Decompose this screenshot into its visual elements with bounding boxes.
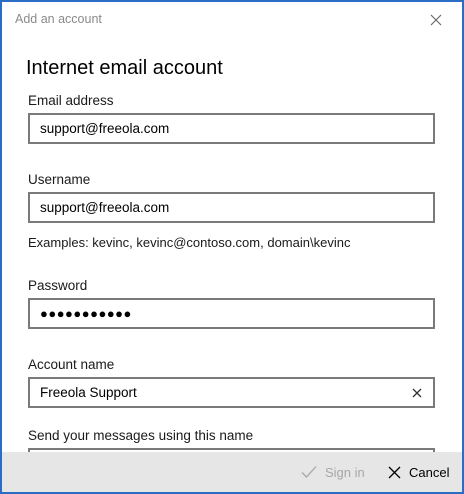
account-name-label: Account name xyxy=(28,357,115,372)
username-label: Username xyxy=(28,172,91,187)
email-value: support@freeola.com xyxy=(40,121,170,136)
username-field[interactable]: support@freeola.com xyxy=(28,192,435,223)
close-icon xyxy=(430,14,442,26)
dialog-footer: Sign in Cancel xyxy=(2,452,462,492)
username-value: support@freeola.com xyxy=(40,200,170,215)
email-label: Email address xyxy=(28,93,114,108)
cancel-label: Cancel xyxy=(409,464,450,480)
display-name-label: Send your messages using this name xyxy=(28,428,254,443)
account-name-field[interactable]: Freeola Support xyxy=(28,377,435,408)
password-label: Password xyxy=(28,278,88,293)
window-title: Add an account xyxy=(15,12,102,26)
title-bar: Add an account xyxy=(2,2,462,36)
cancel-button[interactable]: Cancel xyxy=(388,452,449,492)
add-account-dialog: Add an account Internet email account Em… xyxy=(0,0,464,494)
checkmark-icon xyxy=(301,466,317,478)
sign-in-button[interactable]: Sign in xyxy=(301,452,365,492)
account-name-value: Freeola Support xyxy=(40,385,137,400)
sign-in-label: Sign in xyxy=(325,464,365,480)
page-title: Internet email account xyxy=(26,57,223,79)
clear-icon xyxy=(412,388,422,397)
close-button[interactable] xyxy=(424,10,448,30)
password-value: ●●●●●●●●●●● xyxy=(40,306,132,321)
cancel-x-icon xyxy=(388,466,401,478)
email-field[interactable]: support@freeola.com xyxy=(28,113,435,144)
clear-button[interactable] xyxy=(403,379,431,406)
username-hint: Examples: kevinc, kevinc@contoso.com, do… xyxy=(28,235,351,250)
password-field[interactable]: ●●●●●●●●●●● xyxy=(28,298,435,329)
